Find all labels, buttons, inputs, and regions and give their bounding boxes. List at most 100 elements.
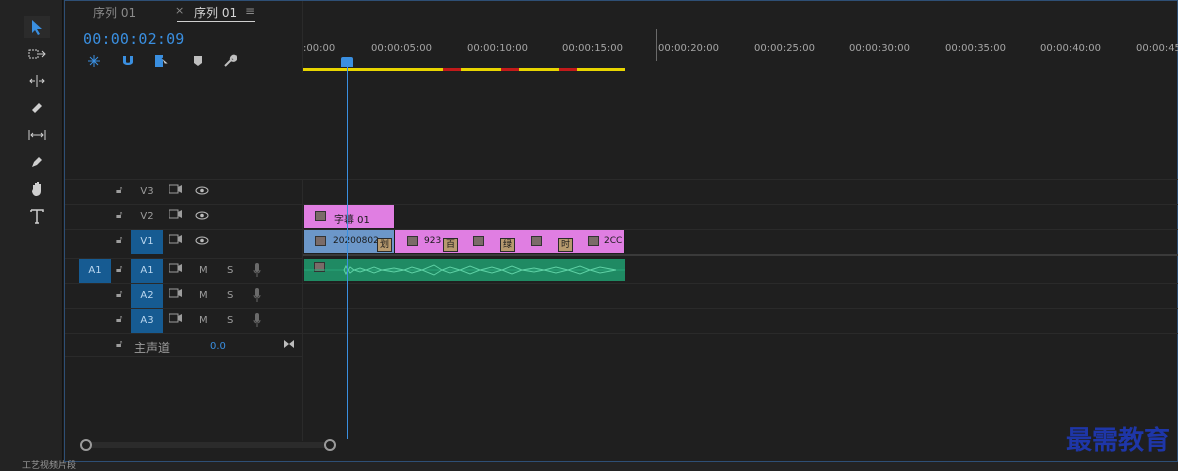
eye-icon[interactable] <box>195 186 209 195</box>
timeline-settings-wrench-icon[interactable] <box>221 53 239 69</box>
playhead-timecode[interactable]: 00:00:02:09 <box>83 30 185 48</box>
video-audio-divider <box>303 254 1178 256</box>
microphone-icon[interactable] <box>253 288 261 302</box>
tab-menu-icon[interactable]: ≡ <box>245 4 255 18</box>
sync-lock-icon[interactable] <box>169 263 183 273</box>
source-patch-a1[interactable]: A1 <box>79 259 111 283</box>
track-name[interactable]: V1 <box>131 230 163 254</box>
ruler-tick-label: 00:00:25:00 <box>754 43 816 54</box>
scrollbar-right-handle[interactable] <box>324 439 336 451</box>
snap-magnet-icon[interactable] <box>119 53 137 69</box>
track-divider <box>303 308 1178 309</box>
fx-badge-icon <box>473 236 484 246</box>
track-header-v2: 🔓︎ V2 <box>65 204 302 228</box>
mute-button[interactable]: M <box>199 315 208 326</box>
clip-video-first[interactable]: 20200802 划 <box>304 230 395 253</box>
selection-tool-icon[interactable] <box>24 16 50 38</box>
master-volume-value[interactable]: 0.0 <box>210 341 226 352</box>
track-headers: 🔓︎ V3 🔓︎ V2 🔓︎ V1 A1 🔓︎ A1 M S 🔓︎ A2 M S… <box>65 179 302 369</box>
lock-icon[interactable]: 🔓︎ <box>116 289 122 300</box>
fx-badge-icon <box>315 211 326 221</box>
nest-sequence-icon[interactable] <box>85 53 103 69</box>
linked-selection-icon[interactable] <box>153 53 171 69</box>
solo-button[interactable]: S <box>227 290 233 301</box>
track-name[interactable]: A3 <box>131 309 163 333</box>
mute-button[interactable]: M <box>199 290 208 301</box>
microphone-icon[interactable] <box>253 313 261 327</box>
time-ruler[interactable]: :00:00 00:00:05:00 00:00:10:00 00:00:15:… <box>302 1 1178 73</box>
sequence-end-line <box>656 29 657 61</box>
track-header-v1: 🔓︎ V1 <box>65 229 302 254</box>
hand-tool-icon[interactable] <box>24 178 50 200</box>
tab-sequence-active[interactable]: 序列 01 <box>194 4 237 21</box>
lock-icon[interactable]: 🔓︎ <box>116 314 122 325</box>
track-header-a1: A1 🔓︎ A1 M S <box>65 258 302 283</box>
track-header-v3: 🔓︎ V3 <box>65 179 302 203</box>
ruler-tick-label: :00:00 <box>303 43 336 54</box>
razor-tool-icon[interactable] <box>24 97 50 119</box>
sync-lock-icon[interactable] <box>169 184 183 194</box>
mute-button[interactable]: M <box>199 265 208 276</box>
type-tool-icon[interactable] <box>24 205 50 227</box>
track-header-a3: 🔓︎ A3 M S <box>65 308 302 333</box>
ruler-tick-label: 00:00:30:00 <box>849 43 911 54</box>
clip-label: 字幕 01 <box>334 215 370 226</box>
fx-badge-icon <box>531 236 542 246</box>
track-name[interactable]: A2 <box>131 284 163 308</box>
clip-marker[interactable]: 时 <box>558 238 574 252</box>
clip-marker[interactable]: 划 <box>377 238 393 252</box>
sync-lock-icon[interactable] <box>169 313 183 323</box>
clip-label: 923 <box>424 236 442 246</box>
ruler-tick-label: 00:00:35:00 <box>945 43 1007 54</box>
tab-sequence-inactive[interactable]: 序列 01 <box>93 4 136 21</box>
clip-audio[interactable] <box>304 259 625 281</box>
lock-icon[interactable]: 🔓︎ <box>116 264 122 275</box>
render-bar-segment <box>443 68 461 71</box>
fx-badge-icon <box>588 236 599 246</box>
slip-tool-icon[interactable] <box>24 124 50 146</box>
eye-icon[interactable] <box>195 236 209 245</box>
ruler-tick-label: 00:00:40:00 <box>1040 43 1102 54</box>
track-divider <box>303 283 1178 284</box>
tab-close-icon[interactable]: × <box>175 4 184 17</box>
ruler-tick-label: 00:00:20:00 <box>658 43 720 54</box>
fx-badge-icon <box>407 236 418 246</box>
render-bar-segment <box>559 68 577 71</box>
scrollbar-left-handle[interactable] <box>80 439 92 451</box>
playhead-line[interactable] <box>347 63 348 439</box>
sync-lock-icon[interactable] <box>169 288 183 298</box>
audio-waveform <box>304 264 625 276</box>
eye-icon[interactable] <box>195 211 209 220</box>
solo-button[interactable]: S <box>227 265 233 276</box>
track-divider <box>303 333 1178 334</box>
track-name[interactable]: V2 <box>131 205 163 229</box>
lock-icon[interactable]: 🔓︎ <box>116 235 122 246</box>
add-marker-icon[interactable] <box>189 53 207 69</box>
solo-button[interactable]: S <box>227 315 233 326</box>
ripple-edit-tool-icon[interactable] <box>24 70 50 92</box>
master-track-label: 主声道 <box>134 341 171 355</box>
sync-lock-icon[interactable] <box>169 234 183 244</box>
ruler-tick-label: 00:00:15:00 <box>562 43 624 54</box>
lock-icon[interactable]: 🔓︎ <box>116 339 122 350</box>
track-name[interactable]: V3 <box>131 180 163 204</box>
clip-video-second[interactable]: 923 百 绿 时 2CC <box>395 230 625 253</box>
track-select-tool-icon[interactable] <box>24 43 50 65</box>
clip-label: 2CC <box>604 236 623 246</box>
pen-tool-icon[interactable] <box>24 151 50 173</box>
clip-subtitle[interactable]: 字幕 01 <box>304 205 395 228</box>
track-header-a2: 🔓︎ A2 M S <box>65 283 302 308</box>
microphone-icon[interactable] <box>253 263 261 277</box>
lock-icon[interactable]: 🔓︎ <box>116 185 122 196</box>
ruler-tick-label: 00:00:10:00 <box>467 43 529 54</box>
timeline-zoom-scrollbar[interactable] <box>82 442 330 448</box>
clip-label: 20200802 <box>333 236 379 246</box>
timeline-panel: 序列 01 × 序列 01 ≡ 00:00:02:09 :00:00 00:00… <box>64 0 1178 462</box>
track-name[interactable]: A1 <box>131 259 163 283</box>
tracks-area[interactable]: 字幕 01 20200802 划 923 百 绿 时 2CC <box>302 179 1178 441</box>
lock-icon[interactable]: 🔓︎ <box>116 210 122 221</box>
clip-marker[interactable]: 绿 <box>500 238 516 252</box>
sync-lock-icon[interactable] <box>169 209 183 219</box>
clip-marker[interactable]: 百 <box>443 238 459 252</box>
collapse-track-icon[interactable] <box>283 339 295 349</box>
